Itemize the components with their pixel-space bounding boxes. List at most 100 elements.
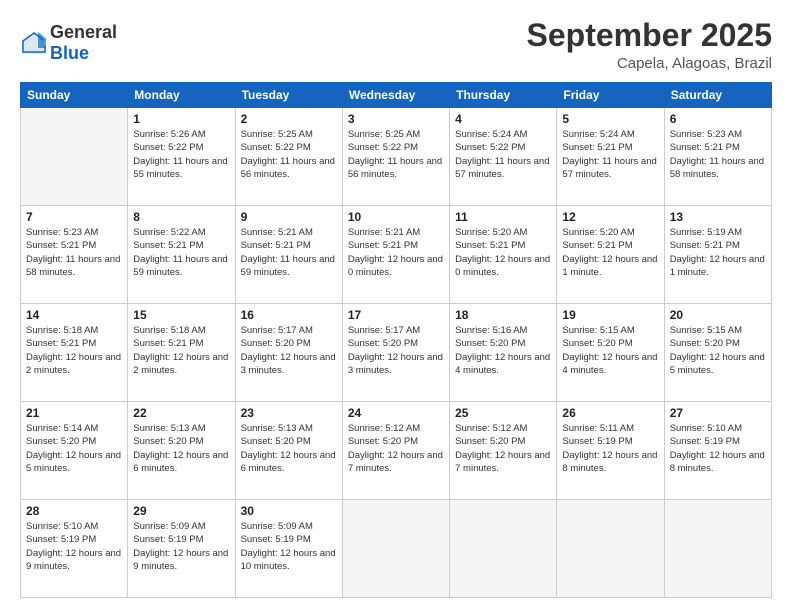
logo: General Blue bbox=[20, 22, 117, 63]
calendar-cell bbox=[664, 500, 771, 598]
col-saturday: Saturday bbox=[664, 83, 771, 108]
cell-date: 8 bbox=[133, 210, 229, 224]
calendar-table: Sunday Monday Tuesday Wednesday Thursday… bbox=[20, 82, 772, 598]
cell-date: 6 bbox=[670, 112, 766, 126]
cell-date: 11 bbox=[455, 210, 551, 224]
logo-icon bbox=[20, 30, 48, 58]
calendar-cell: 21Sunrise: 5:14 AM Sunset: 5:20 PM Dayli… bbox=[21, 402, 128, 500]
calendar-week-4: 28 Sunrise: 5:10 AM Sunset: 5:19 PM Dayli… bbox=[21, 500, 772, 598]
cell-info: Sunrise: 5:09 AM Sunset: 5:19 PM Dayligh… bbox=[133, 520, 229, 573]
cell-info: Sunrise: 5:18 AM Sunset: 5:21 PM Dayligh… bbox=[26, 324, 122, 377]
cell-date: 9 bbox=[241, 210, 337, 224]
cell-date: 24 bbox=[348, 406, 444, 420]
cell-info: Sunrise: 5:18 AM Sunset: 5:21 PM Dayligh… bbox=[133, 324, 229, 377]
calendar-week-1: 7 Sunrise: 5:23 AM Sunset: 5:21 PM Daylig… bbox=[21, 206, 772, 304]
logo-text: General Blue bbox=[50, 22, 117, 63]
calendar-week-2: 14 Sunrise: 5:18 AM Sunset: 5:21 PM Dayli… bbox=[21, 304, 772, 402]
cell-date: 20 bbox=[670, 308, 766, 322]
calendar-cell: 25Sunrise: 5:12 AM Sunset: 5:20 PM Dayli… bbox=[450, 402, 557, 500]
cell-date: 10 bbox=[348, 210, 444, 224]
cell-date: 18 bbox=[455, 308, 551, 322]
calendar-cell: 11 Sunrise: 5:20 AM Sunset: 5:21 PM Dayli… bbox=[450, 206, 557, 304]
cell-info: Sunrise: 5:17 AM Sunset: 5:20 PM Dayligh… bbox=[348, 324, 444, 377]
logo-general: General bbox=[50, 22, 117, 43]
title-block: September 2025 Capela, Alagoas, Brazil bbox=[527, 18, 772, 72]
cell-info: Sunrise: 5:15 AM Sunset: 5:20 PM Dayligh… bbox=[562, 324, 658, 377]
cell-date: 5 bbox=[562, 112, 658, 126]
cell-date: 27 bbox=[670, 406, 766, 420]
cell-date: 28 bbox=[26, 504, 122, 518]
calendar-cell: 17 Sunrise: 5:17 AM Sunset: 5:20 PM Dayli… bbox=[342, 304, 449, 402]
cell-date: 25 bbox=[455, 406, 551, 420]
calendar-cell: 19 Sunrise: 5:15 AM Sunset: 5:20 PM Dayli… bbox=[557, 304, 664, 402]
cell-date: 1 bbox=[133, 112, 229, 126]
cell-info: Sunrise: 5:24 AM Sunset: 5:21 PM Dayligh… bbox=[562, 128, 658, 181]
calendar-cell: 14 Sunrise: 5:18 AM Sunset: 5:21 PM Dayli… bbox=[21, 304, 128, 402]
calendar-cell bbox=[21, 108, 128, 206]
cell-info: Sunrise: 5:10 AM Sunset: 5:19 PM Dayligh… bbox=[26, 520, 122, 573]
cell-info: Sunrise: 5:24 AM Sunset: 5:22 PM Dayligh… bbox=[455, 128, 551, 181]
col-wednesday: Wednesday bbox=[342, 83, 449, 108]
cell-date: 16 bbox=[241, 308, 337, 322]
cell-date: 7 bbox=[26, 210, 122, 224]
calendar-cell bbox=[450, 500, 557, 598]
calendar-cell: 13Sunrise: 5:19 AM Sunset: 5:21 PM Dayli… bbox=[664, 206, 771, 304]
cell-info: Sunrise: 5:17 AM Sunset: 5:20 PM Dayligh… bbox=[241, 324, 337, 377]
cell-date: 3 bbox=[348, 112, 444, 126]
col-tuesday: Tuesday bbox=[235, 83, 342, 108]
cell-date: 14 bbox=[26, 308, 122, 322]
calendar-week-3: 21Sunrise: 5:14 AM Sunset: 5:20 PM Dayli… bbox=[21, 402, 772, 500]
calendar-cell bbox=[557, 500, 664, 598]
cell-info: Sunrise: 5:23 AM Sunset: 5:21 PM Dayligh… bbox=[26, 226, 122, 279]
calendar-title: September 2025 bbox=[527, 18, 772, 53]
col-friday: Friday bbox=[557, 83, 664, 108]
header: General Blue September 2025 Capela, Alag… bbox=[20, 18, 772, 72]
cell-date: 17 bbox=[348, 308, 444, 322]
cell-date: 2 bbox=[241, 112, 337, 126]
cell-date: 23 bbox=[241, 406, 337, 420]
cell-date: 30 bbox=[241, 504, 337, 518]
calendar-cell: 26Sunrise: 5:11 AM Sunset: 5:19 PM Dayli… bbox=[557, 402, 664, 500]
cell-info: Sunrise: 5:15 AM Sunset: 5:20 PM Dayligh… bbox=[670, 324, 766, 377]
calendar-cell: 2 Sunrise: 5:25 AM Sunset: 5:22 PM Daylig… bbox=[235, 108, 342, 206]
calendar-cell: 15 Sunrise: 5:18 AM Sunset: 5:21 PM Dayli… bbox=[128, 304, 235, 402]
cell-date: 15 bbox=[133, 308, 229, 322]
cell-info: Sunrise: 5:12 AM Sunset: 5:20 PM Dayligh… bbox=[348, 422, 444, 475]
calendar-cell: 24 Sunrise: 5:12 AM Sunset: 5:20 PM Dayli… bbox=[342, 402, 449, 500]
calendar-header-row: Sunday Monday Tuesday Wednesday Thursday… bbox=[21, 83, 772, 108]
cell-date: 29 bbox=[133, 504, 229, 518]
cell-info: Sunrise: 5:21 AM Sunset: 5:21 PM Dayligh… bbox=[348, 226, 444, 279]
calendar-cell: 8 Sunrise: 5:22 AM Sunset: 5:21 PM Daylig… bbox=[128, 206, 235, 304]
col-sunday: Sunday bbox=[21, 83, 128, 108]
cell-date: 22 bbox=[133, 406, 229, 420]
calendar-cell: 6 Sunrise: 5:23 AM Sunset: 5:21 PM Daylig… bbox=[664, 108, 771, 206]
cell-info: Sunrise: 5:10 AM Sunset: 5:19 PM Dayligh… bbox=[670, 422, 766, 475]
calendar-cell: 12 Sunrise: 5:20 AM Sunset: 5:21 PM Dayli… bbox=[557, 206, 664, 304]
cell-info: Sunrise: 5:11 AM Sunset: 5:19 PM Dayligh… bbox=[562, 422, 658, 475]
cell-info: Sunrise: 5:13 AM Sunset: 5:20 PM Dayligh… bbox=[133, 422, 229, 475]
col-monday: Monday bbox=[128, 83, 235, 108]
cell-info: Sunrise: 5:26 AM Sunset: 5:22 PM Dayligh… bbox=[133, 128, 229, 181]
calendar-cell: 30 Sunrise: 5:09 AM Sunset: 5:19 PM Dayli… bbox=[235, 500, 342, 598]
cell-info: Sunrise: 5:09 AM Sunset: 5:19 PM Dayligh… bbox=[241, 520, 337, 573]
cell-info: Sunrise: 5:13 AM Sunset: 5:20 PM Dayligh… bbox=[241, 422, 337, 475]
cell-date: 19 bbox=[562, 308, 658, 322]
calendar-cell: 4 Sunrise: 5:24 AM Sunset: 5:22 PM Daylig… bbox=[450, 108, 557, 206]
cell-date: 12 bbox=[562, 210, 658, 224]
calendar-cell: 16 Sunrise: 5:17 AM Sunset: 5:20 PM Dayli… bbox=[235, 304, 342, 402]
page: General Blue September 2025 Capela, Alag… bbox=[0, 0, 792, 612]
calendar-cell: 23 Sunrise: 5:13 AM Sunset: 5:20 PM Dayli… bbox=[235, 402, 342, 500]
cell-info: Sunrise: 5:20 AM Sunset: 5:21 PM Dayligh… bbox=[562, 226, 658, 279]
cell-info: Sunrise: 5:25 AM Sunset: 5:22 PM Dayligh… bbox=[241, 128, 337, 181]
calendar-cell: 27 Sunrise: 5:10 AM Sunset: 5:19 PM Dayli… bbox=[664, 402, 771, 500]
col-thursday: Thursday bbox=[450, 83, 557, 108]
calendar-cell: 10 Sunrise: 5:21 AM Sunset: 5:21 PM Dayli… bbox=[342, 206, 449, 304]
cell-date: 4 bbox=[455, 112, 551, 126]
cell-info: Sunrise: 5:25 AM Sunset: 5:22 PM Dayligh… bbox=[348, 128, 444, 181]
cell-info: Sunrise: 5:22 AM Sunset: 5:21 PM Dayligh… bbox=[133, 226, 229, 279]
cell-info: Sunrise: 5:21 AM Sunset: 5:21 PM Dayligh… bbox=[241, 226, 337, 279]
cell-info: Sunrise: 5:23 AM Sunset: 5:21 PM Dayligh… bbox=[670, 128, 766, 181]
cell-info: Sunrise: 5:20 AM Sunset: 5:21 PM Dayligh… bbox=[455, 226, 551, 279]
calendar-cell: 9 Sunrise: 5:21 AM Sunset: 5:21 PM Daylig… bbox=[235, 206, 342, 304]
calendar-cell: 29 Sunrise: 5:09 AM Sunset: 5:19 PM Dayli… bbox=[128, 500, 235, 598]
